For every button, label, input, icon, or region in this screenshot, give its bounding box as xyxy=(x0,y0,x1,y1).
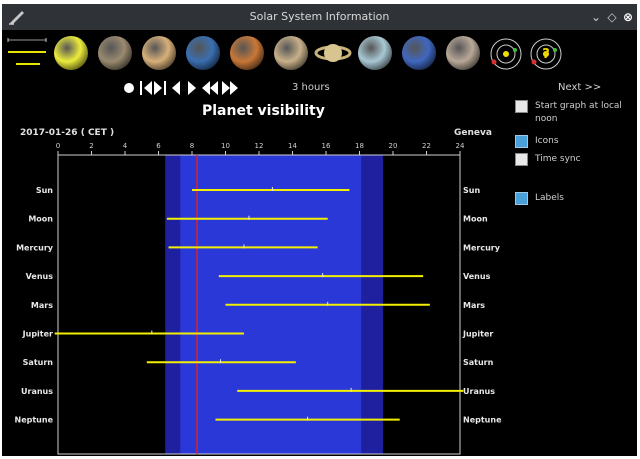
x-tick-label: 22 xyxy=(422,142,431,150)
body-label-left: Moon xyxy=(28,215,53,224)
x-tick-label: 6 xyxy=(156,142,161,150)
body-label-right: Moon xyxy=(463,215,488,224)
labels-label: Labels xyxy=(535,193,564,203)
body-label-right: Uranus xyxy=(463,387,495,396)
body-label-right: Mercury xyxy=(463,243,501,252)
body-label-right: Saturn xyxy=(463,358,494,367)
body-label-left: Mercury xyxy=(16,243,54,252)
icons-label: Icons xyxy=(535,136,559,146)
visibility-chart: 0 2 4 6 8 10 12 14 16 18 20 22 24Sun SunMoon MoonMercu… xyxy=(15,142,502,455)
body-label-left: Mars xyxy=(31,301,53,310)
body-label-left: Neptune xyxy=(15,416,54,425)
time-sync-checkbox[interactable] xyxy=(515,153,528,166)
body-label-left: Saturn xyxy=(23,358,54,367)
start-noon-label: Start graph at local noon xyxy=(535,101,622,124)
x-tick-label: 16 xyxy=(322,142,331,150)
x-tick-label: 14 xyxy=(288,142,297,150)
body-label-right: Neptune xyxy=(463,416,502,425)
icons-option[interactable]: Icons xyxy=(515,135,635,148)
labels-option[interactable]: Labels xyxy=(515,192,635,205)
start-noon-checkbox[interactable] xyxy=(515,100,528,113)
time-sync-label: Time sync xyxy=(535,154,581,164)
body-label-left: Uranus xyxy=(21,387,53,396)
x-tick-label: 2 xyxy=(89,142,93,150)
time-sync-option[interactable]: Time sync xyxy=(515,153,635,166)
body-label-right: Sun xyxy=(463,186,480,195)
x-tick-label: 18 xyxy=(355,142,364,150)
start-noon-option[interactable]: Start graph at local noon xyxy=(515,100,635,128)
x-tick-label: 10 xyxy=(221,142,230,150)
icons-checkbox[interactable] xyxy=(515,135,528,148)
body-label-left: Jupiter xyxy=(22,330,53,339)
x-tick-label: 4 xyxy=(123,142,128,150)
body-label-left: Venus xyxy=(26,272,54,281)
labels-checkbox[interactable] xyxy=(515,192,528,205)
x-tick-label: 24 xyxy=(456,142,465,150)
body-label-right: Mars xyxy=(463,301,485,310)
body-label-right: Jupiter xyxy=(462,330,493,339)
body-label-right: Venus xyxy=(463,272,491,281)
app-window: Solar System Information ⌄ ◇ ⊗ ? 3 hours… xyxy=(2,4,637,456)
x-tick-label: 20 xyxy=(389,142,398,150)
x-tick-label: 0 xyxy=(56,142,60,150)
x-tick-label: 8 xyxy=(190,142,194,150)
x-tick-label: 12 xyxy=(255,142,264,150)
body-label-left: Sun xyxy=(36,186,53,195)
